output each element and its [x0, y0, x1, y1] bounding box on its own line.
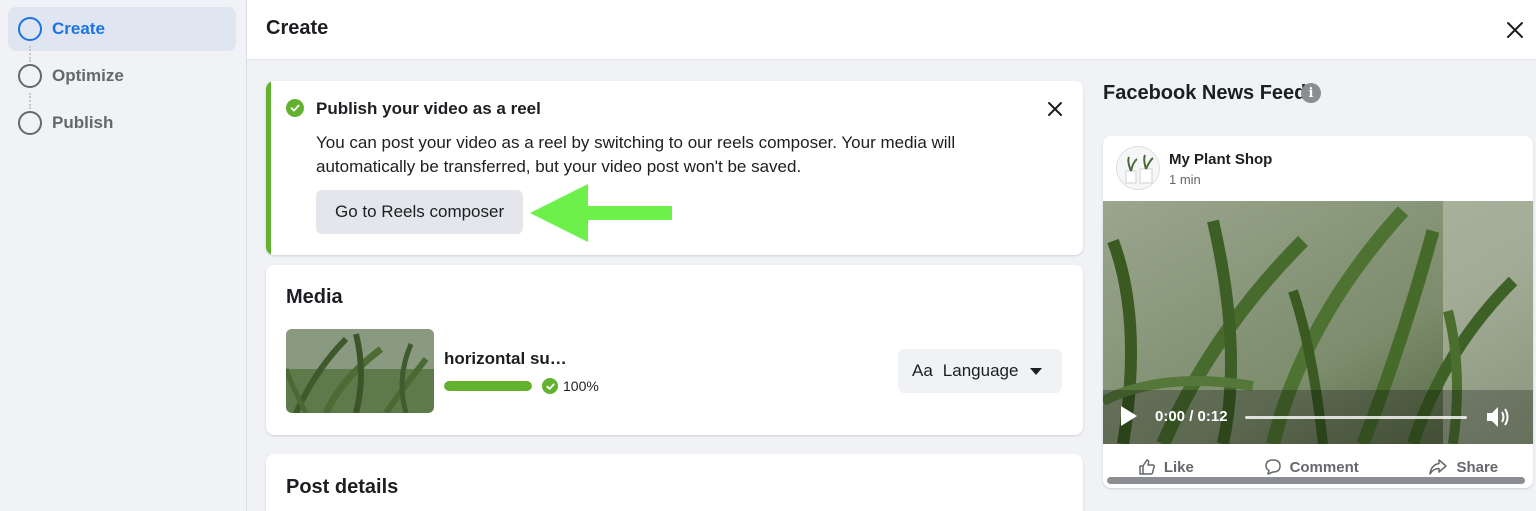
video-controls: 0:00 / 0:12: [1103, 390, 1533, 444]
close-icon: [1507, 22, 1523, 38]
text-size-icon: Aa: [912, 361, 933, 380]
video-scrubber[interactable]: [1245, 416, 1467, 419]
composer-main: Create Publish your video as a reel You …: [246, 0, 1536, 511]
step-create[interactable]: Create: [8, 7, 236, 51]
news-feed-preview: My Plant Shop 1 min 0:00 / 0:12 Like Com…: [1103, 136, 1533, 488]
info-icon[interactable]: i: [1301, 83, 1321, 103]
avatar: [1116, 146, 1160, 190]
media-filename: horizontal succulent: [444, 349, 574, 368]
step-label: Create: [52, 19, 105, 38]
page-name: My Plant Shop: [1169, 151, 1273, 168]
composer-header: Create: [247, 0, 1536, 60]
annotation-arrow-icon: [530, 184, 672, 242]
step-circle-icon: [18, 111, 42, 135]
post-details-card: Post details: [266, 454, 1083, 511]
go-to-reels-composer-button[interactable]: Go to Reels composer: [316, 190, 524, 234]
preview-title: Facebook News Feed: [1103, 82, 1307, 104]
banner-heading: Publish your video as a reel: [316, 99, 541, 118]
share-button[interactable]: Share: [1428, 458, 1498, 476]
comment-button[interactable]: Comment: [1264, 458, 1359, 476]
upload-progress-bar: [444, 381, 532, 391]
language-button[interactable]: Aa Language: [898, 349, 1062, 393]
comment-icon: [1264, 459, 1281, 475]
video-time: 0:00 / 0:12: [1155, 408, 1228, 425]
share-icon: [1429, 459, 1448, 475]
banner-dismiss-button[interactable]: [1041, 95, 1069, 123]
video-player[interactable]: 0:00 / 0:12: [1103, 201, 1533, 444]
step-circle-icon: [18, 17, 42, 41]
upload-progress-label: 100%: [563, 378, 599, 394]
step-optimize[interactable]: Optimize: [8, 54, 236, 98]
thumbs-up-icon: [1139, 459, 1155, 475]
step-label: Optimize: [52, 66, 124, 85]
page-title: Create: [266, 17, 329, 39]
step-sidebar: Create Optimize Publish: [0, 0, 246, 511]
check-circle-icon: [542, 378, 558, 394]
banner-body: You can post your video as a reel by swi…: [316, 133, 956, 176]
media-title: Media: [286, 286, 343, 308]
language-label: Language: [942, 361, 1019, 380]
media-card: Media horizontal succulent 100% Aa Langu…: [266, 265, 1083, 435]
reel-suggestion-banner: Publish your video as a reel You can pos…: [266, 81, 1083, 255]
step-circle-icon: [18, 64, 42, 88]
comment-label: Comment: [1289, 458, 1359, 476]
volume-icon[interactable]: [1485, 404, 1513, 430]
close-icon: [1048, 102, 1062, 116]
play-icon[interactable]: [1121, 406, 1137, 426]
preview-scrollbar[interactable]: [1107, 477, 1525, 484]
step-label: Publish: [52, 113, 114, 132]
step-publish[interactable]: Publish: [8, 101, 236, 145]
video-thumbnail[interactable]: [286, 329, 434, 413]
like-label: Like: [1163, 458, 1194, 476]
upload-progress-fill: [444, 381, 532, 391]
close-button[interactable]: [1501, 16, 1529, 44]
post-details-title: Post details: [286, 476, 399, 498]
banner-accent-bar: [266, 81, 271, 255]
share-label: Share: [1456, 458, 1499, 476]
caret-down-icon: [1030, 367, 1043, 375]
check-circle-icon: [286, 99, 304, 117]
post-time: 1 min: [1169, 172, 1201, 187]
like-button[interactable]: Like: [1138, 458, 1194, 476]
